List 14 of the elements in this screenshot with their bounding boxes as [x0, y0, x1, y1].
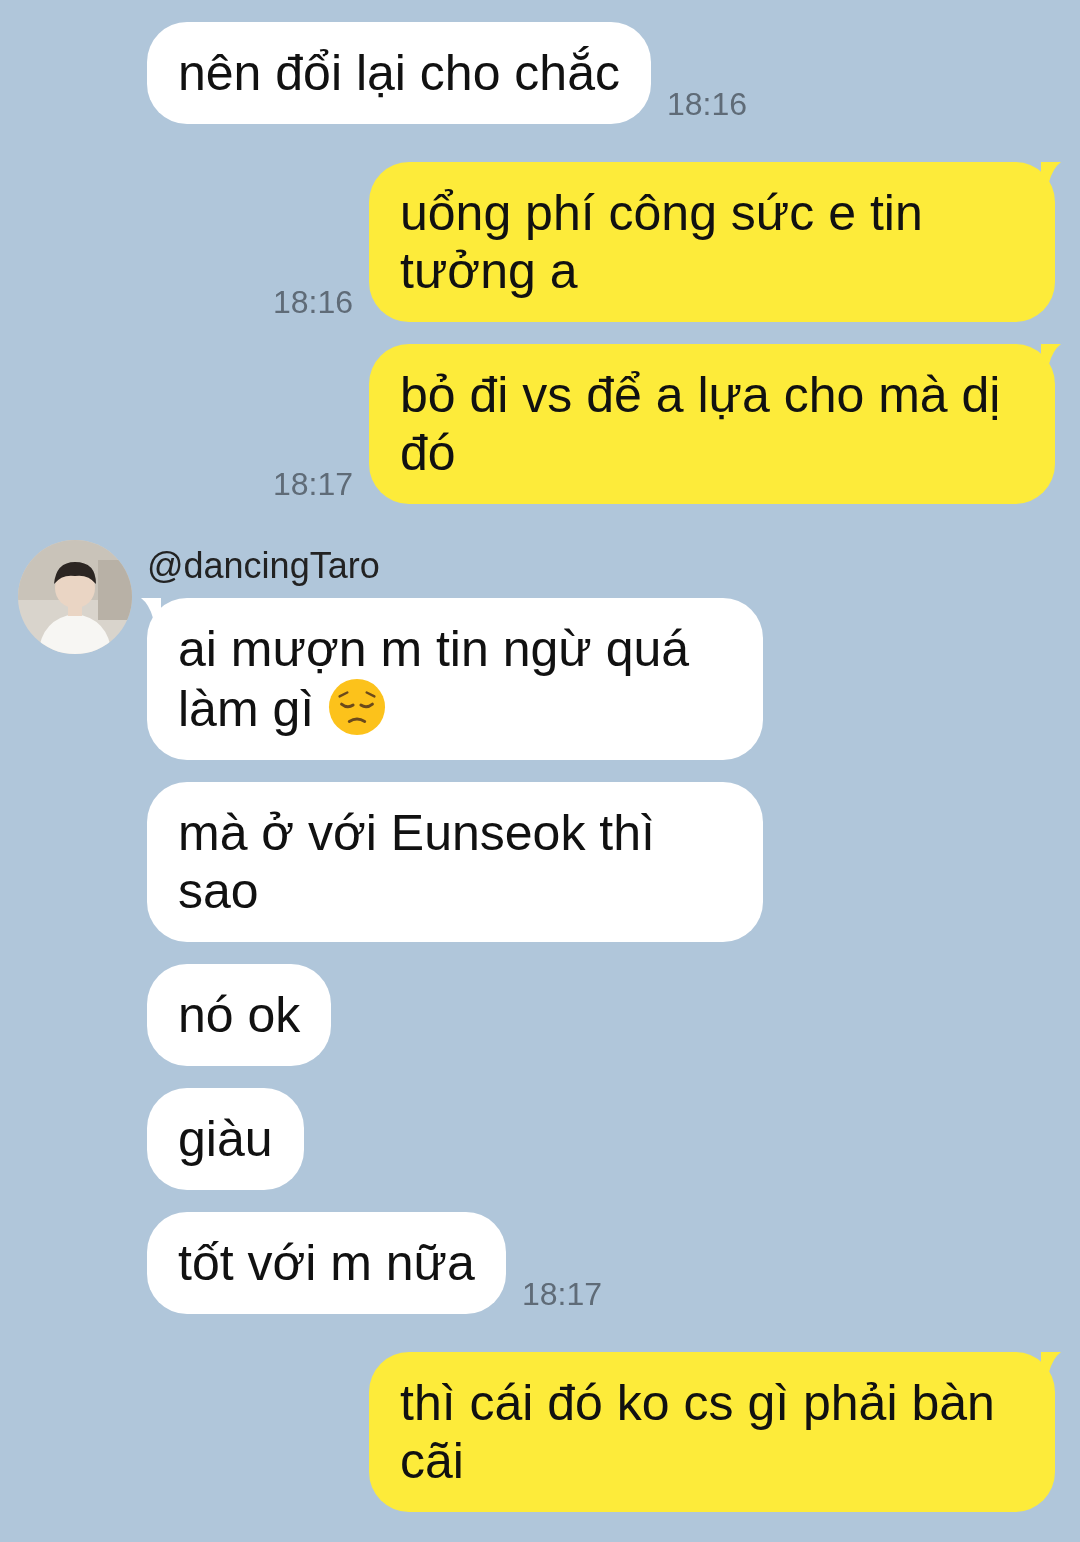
message-bubble: nó ok	[147, 964, 332, 1066]
message-bubble: bỏ đi vs để a lựa cho mà dị đó	[369, 344, 1055, 504]
message-time: 18:17	[272, 468, 353, 504]
message-bubble: mà ở với Eunseok thì sao	[147, 782, 763, 942]
message-time: 18:16	[666, 88, 748, 124]
message-bubble: ai mượn m tin ngừ quá làm gì	[147, 598, 763, 760]
message-bubble: thì cái đó ko cs gì phải bàn cãi	[369, 1352, 1055, 1512]
message-bubble: tốt với m nữa	[147, 1212, 506, 1314]
message-bubble: giàu	[147, 1088, 304, 1190]
sender-name: @dancingTaro	[147, 544, 380, 588]
message-bubble: nên đổi lại cho chắc	[147, 22, 651, 124]
message-time: 18:16	[272, 286, 353, 322]
message-bubble: uổng phí công sức e tin tưởng a	[369, 162, 1055, 322]
message-time: 18:17	[521, 1278, 602, 1314]
